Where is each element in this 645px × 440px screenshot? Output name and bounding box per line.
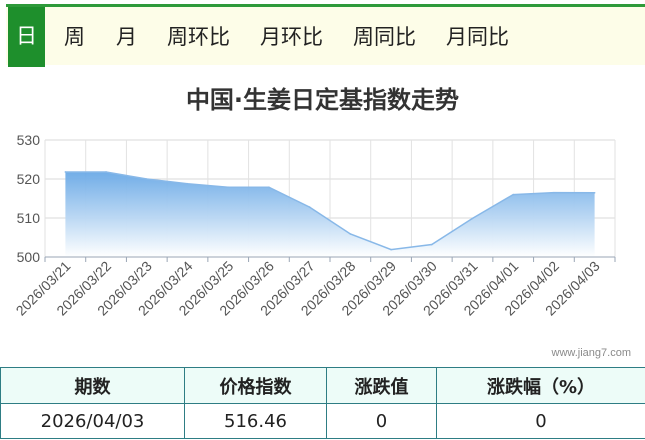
- header-change-percent: 涨跌幅（%）: [436, 367, 645, 404]
- table-row: 2026/04/03 516.46 0 0: [0, 403, 645, 439]
- data-point: [186, 182, 189, 185]
- data-point: [430, 243, 433, 246]
- header-period: 期数: [0, 367, 185, 404]
- data-point: [105, 171, 107, 173]
- index-chart: 5305205105002026/03/212026/03/222026/03/…: [13, 132, 616, 319]
- data-point: [471, 217, 474, 220]
- y-tick-label: 520: [17, 171, 41, 187]
- data-point: [227, 186, 230, 188]
- chart-title: 中国·生姜日定基指数走势: [185, 86, 460, 114]
- tab-week-year-over-year[interactable]: 周同比: [353, 10, 416, 66]
- cell-change-value: 0: [326, 403, 437, 439]
- header-price-index: 价格指数: [184, 367, 327, 404]
- y-tick-label: 510: [17, 210, 41, 226]
- tab-month[interactable]: 月: [116, 10, 137, 66]
- cell-price-index: 516.46: [184, 403, 327, 439]
- y-tick-label: 500: [17, 249, 41, 265]
- data-point: [145, 178, 148, 180]
- tab-bar: 日 周 月 周环比 月环比 周同比 月同比: [6, 4, 645, 67]
- table-header-row: 期数 价格指数 涨跌值 涨跌幅（%）: [0, 367, 645, 404]
- watermark: www.jiang7.com: [551, 347, 631, 359]
- data-point: [349, 233, 352, 235]
- data-point: [308, 206, 311, 208]
- data-point: [390, 248, 392, 251]
- tab-week-over-week[interactable]: 周环比: [167, 10, 230, 66]
- cell-change-percent: 0: [436, 403, 645, 439]
- tab-day[interactable]: 日: [8, 7, 45, 67]
- data-point: [64, 171, 67, 173]
- data-point: [512, 193, 515, 196]
- cell-period: 2026/04/03: [0, 403, 185, 439]
- y-tick-label: 530: [17, 132, 41, 148]
- index-table: 期数 价格指数 涨跌值 涨跌幅（%） 2026/04/03 516.46 0 0: [0, 367, 645, 439]
- tab-month-over-month[interactable]: 月环比: [260, 10, 323, 66]
- tab-month-year-over-year[interactable]: 月同比: [446, 10, 509, 66]
- header-change-value: 涨跌值: [326, 367, 437, 404]
- tab-week[interactable]: 周: [64, 10, 85, 66]
- data-point: [268, 186, 270, 188]
- data-point: [593, 192, 596, 194]
- data-point: [553, 191, 555, 194]
